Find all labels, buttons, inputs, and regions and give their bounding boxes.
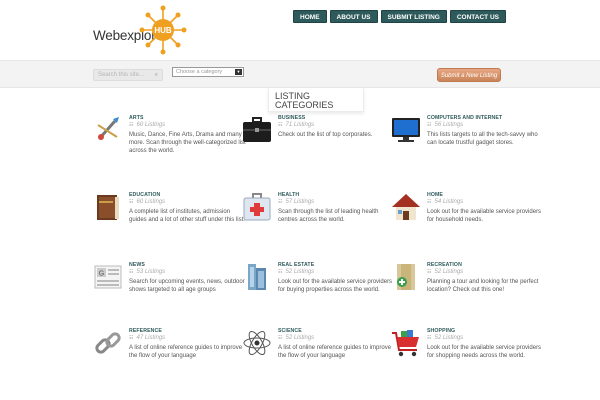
house-icon <box>392 194 420 220</box>
category-count: ☷ 60 Listings <box>129 122 166 128</box>
listing-icon: ☷ <box>278 269 283 275</box>
map-icon <box>397 264 415 290</box>
category-count: ☷ 52 Listings <box>278 269 315 275</box>
nav-home[interactable]: HOME <box>293 10 327 23</box>
category-name[interactable]: REAL ESTATE <box>278 262 314 268</box>
category-name[interactable]: REFERENCE <box>129 328 162 334</box>
site-logo[interactable]: Webexplorer HUB <box>93 4 188 56</box>
category-item[interactable]: COMPUTERS AND INTERNET ☷ 56 Listings This… <box>391 115 541 175</box>
category-name[interactable]: HEALTH <box>278 192 299 198</box>
newspaper-icon: G <box>94 265 122 289</box>
category-name[interactable]: COMPUTERS AND INTERNET <box>427 115 502 121</box>
category-description: Check out the list of top corporates. <box>278 132 373 138</box>
category-count: ☷ 56 Listings <box>427 122 464 128</box>
category-description: A list of online reference guides to imp… <box>278 345 392 359</box>
listing-icon: ☷ <box>427 335 432 341</box>
nav-contact-us[interactable]: CONTACT US <box>449 10 506 23</box>
main-nav: HOME ABOUT US SUBMIT LISTING CONTACT US <box>293 10 506 23</box>
category-count: ☷ 52 Listings <box>278 335 315 341</box>
listing-icon: ☷ <box>129 122 134 128</box>
category-description: This lists targets to all the tech-savvy… <box>427 132 538 146</box>
category-count: ☷ 47 Listings <box>129 335 166 341</box>
monitor-icon <box>392 118 420 142</box>
category-description: Look out for the available service provi… <box>427 345 542 359</box>
category-item[interactable]: REFERENCE ☷ 47 Listings A list of online … <box>93 328 243 388</box>
category-description: Search for upcoming events, news, outdoo… <box>129 279 245 293</box>
category-description: Planning a tour and looking for the perf… <box>427 279 539 293</box>
listing-icon: ☷ <box>278 335 283 341</box>
search-input[interactable]: Search this site... ⌕ <box>93 69 163 81</box>
shopping-cart-icon <box>392 330 419 357</box>
category-count: ☷ 60 Listings <box>129 199 166 205</box>
search-icon[interactable]: ⌕ <box>155 72 158 79</box>
section-title-line2: CATEGORIES <box>275 100 334 110</box>
category-select[interactable]: Choose a category ▼ <box>172 67 244 77</box>
logo-sun-icon: HUB <box>139 5 187 55</box>
category-description: Look out for the available service provi… <box>427 209 542 223</box>
category-item[interactable]: ARTS ☷ 60 Listings Music, Dance, Fine Art… <box>93 115 246 175</box>
category-name[interactable]: RECREATION <box>427 262 462 268</box>
category-item[interactable]: HOME ☷ 54 Listings Look out for the avail… <box>391 192 541 252</box>
category-description: A complete list of institutes, admission… <box>129 209 245 223</box>
svg-text:G: G <box>99 271 104 278</box>
listing-icon: ☷ <box>278 122 283 128</box>
art-tools-icon <box>97 117 119 140</box>
category-count: ☷ 53 Listings <box>129 269 166 275</box>
category-item[interactable]: BUSINESS ☷ 71 Listings Check out the list… <box>242 115 392 175</box>
category-count: ☷ 52 Listings <box>427 269 464 275</box>
category-name[interactable]: SCIENCE <box>278 328 302 334</box>
category-item[interactable]: RECREATION ☷ 52 Listings Planning a tour … <box>391 262 541 322</box>
search-placeholder: Search this site... <box>98 72 145 78</box>
logo-badge: HUB <box>154 26 172 35</box>
category-name[interactable]: EDUCATION <box>129 192 160 198</box>
section-title: LISTING CATEGORIES <box>268 88 364 112</box>
category-count: ☷ 52 Listings <box>427 335 464 341</box>
category-select-value: Choose a category <box>176 69 223 75</box>
listing-icon: ☷ <box>129 199 134 205</box>
category-name[interactable]: HOME <box>427 192 443 198</box>
category-item[interactable]: HEALTH ☷ 57 Listings Scan through the lis… <box>242 192 392 252</box>
nav-about-us[interactable]: ABOUT US <box>329 10 378 23</box>
listing-icon: ☷ <box>427 269 432 275</box>
atom-icon <box>243 330 271 356</box>
submit-listing-button[interactable]: Submit a New Listing <box>437 68 501 82</box>
category-name[interactable]: BUSINESS <box>278 115 305 121</box>
listing-icon: ☷ <box>129 269 134 275</box>
books-icon <box>97 195 119 220</box>
listing-icon: ☷ <box>427 122 432 128</box>
category-count: ☷ 57 Listings <box>278 199 315 205</box>
first-aid-icon <box>243 193 271 221</box>
category-item[interactable]: SHOPPING ☷ 52 Listings Look out for the a… <box>391 328 541 388</box>
category-description: Look out for the available service provi… <box>278 279 393 293</box>
category-description: Scan through the list of leading health … <box>278 209 379 223</box>
category-name[interactable]: SHOPPING <box>427 328 455 334</box>
category-description: A list of online reference guides to imp… <box>129 345 243 359</box>
search-toolbar: Search this site... ⌕ Choose a category … <box>0 60 600 88</box>
listing-icon: ☷ <box>129 335 134 341</box>
chain-link-icon <box>95 332 121 354</box>
category-item[interactable]: REAL ESTATE ☷ 52 Listings Look out for th… <box>242 262 392 322</box>
buildings-icon <box>248 264 266 290</box>
category-item[interactable]: SCIENCE ☷ 52 Listings A list of online re… <box>242 328 392 388</box>
category-description: Music, Dance, Fine Arts, Drama and many … <box>129 132 246 154</box>
category-count: ☷ 54 Listings <box>427 199 464 205</box>
nav-submit-listing[interactable]: SUBMIT LISTING <box>380 10 447 23</box>
listing-icon: ☷ <box>278 199 283 205</box>
category-item[interactable]: EDUCATION ☷ 60 Listings A complete list o… <box>93 192 245 252</box>
category-count: ☷ 71 Listings <box>278 122 315 128</box>
chevron-down-icon[interactable]: ▼ <box>235 69 242 75</box>
category-item[interactable]: G NEWS ☷ 53 Listings Search for upcoming … <box>93 262 245 322</box>
briefcase-icon <box>243 117 271 142</box>
site-header: Webexplorer HUB HOME ABOUT US SUBMIT LIS… <box>0 0 600 60</box>
category-name[interactable]: ARTS <box>129 115 144 121</box>
category-name[interactable]: NEWS <box>129 262 145 268</box>
listing-icon: ☷ <box>427 199 432 205</box>
